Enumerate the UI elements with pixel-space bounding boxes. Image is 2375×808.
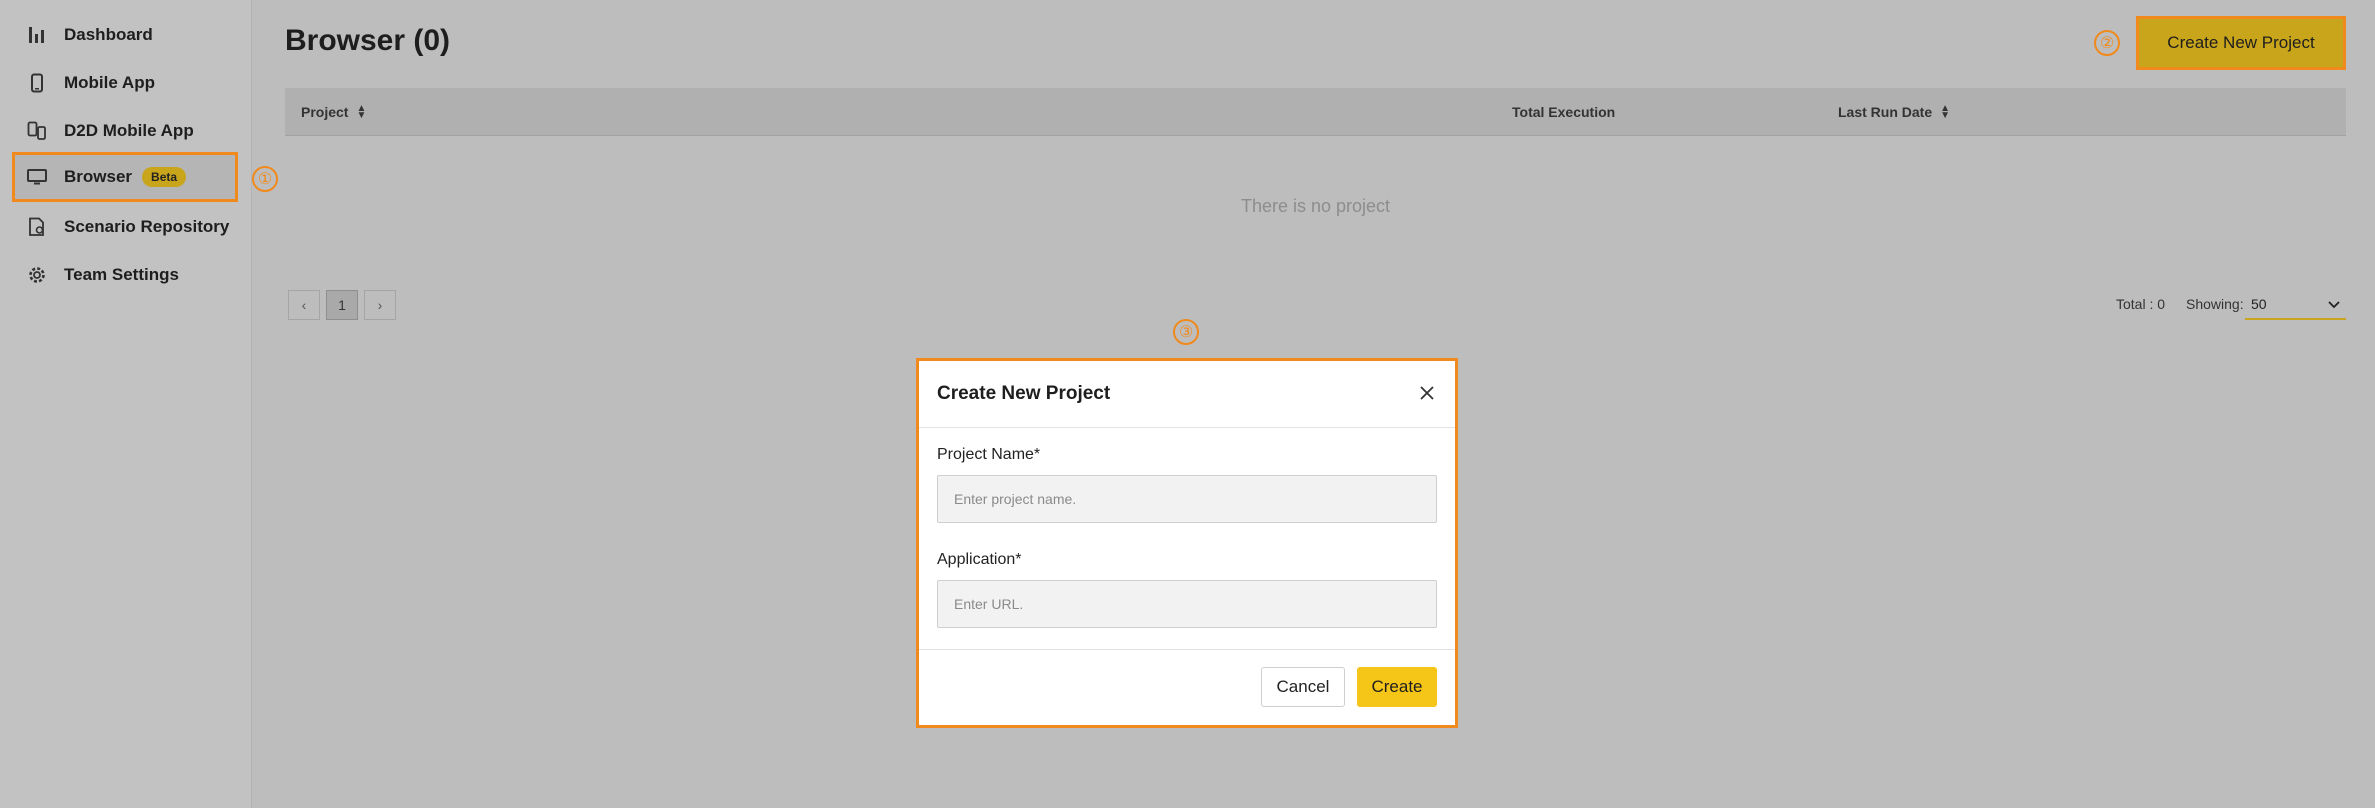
sidebar-item-label: Scenario Repository — [64, 217, 230, 236]
table-header: Project ▲ ▼ Total Execution Last Run Date… — [285, 88, 2346, 136]
gear-icon — [26, 264, 48, 286]
sort-icon: ▲ ▼ — [356, 103, 367, 121]
application-label: Application* — [937, 551, 1022, 568]
sidebar-item-label: Browser — [64, 167, 133, 186]
sidebar-item-label: D2D Mobile App — [64, 121, 194, 140]
mobile-phone-icon — [26, 72, 48, 94]
column-project[interactable]: Project ▲ ▼ — [301, 88, 366, 136]
create-new-project-button[interactable]: Create New Project — [2136, 16, 2346, 70]
close-icon[interactable] — [1415, 381, 1439, 405]
project-name-label: Project Name* — [937, 446, 1041, 463]
sidebar-item-team-settings[interactable]: Team Settings — [12, 250, 238, 300]
sidebar-item-d2d-mobile-app[interactable]: D2D Mobile App — [12, 106, 238, 156]
file-settings-icon — [26, 216, 48, 238]
sidebar-item-browser[interactable]: Browser Beta — [12, 152, 238, 202]
bar-chart-icon — [26, 24, 48, 46]
beta-badge: Beta — [142, 167, 187, 187]
column-total-execution: Total Execution — [1512, 104, 1616, 120]
sidebar-item-label: Dashboard — [64, 25, 153, 44]
annotation-marker-3: ③ — [1173, 319, 1199, 345]
create-button[interactable]: Create — [1357, 667, 1437, 707]
modal-divider — [919, 649, 1455, 650]
sidebar-item-label: Mobile App — [64, 73, 155, 92]
sidebar-item-scenario-repository[interactable]: Scenario Repository — [12, 202, 238, 252]
sidebar-item-label: Team Settings — [64, 265, 179, 284]
device-to-device-icon — [26, 120, 48, 142]
empty-state-text: There is no project — [1240, 196, 1391, 216]
annotation-marker-1: ① — [252, 166, 278, 192]
page-size-select[interactable]: 50 — [2245, 290, 2346, 320]
monitor-icon — [26, 166, 48, 188]
showing-label: Showing: — [2186, 296, 2244, 312]
chevron-down-icon — [2328, 296, 2340, 312]
prev-page-button[interactable]: ‹ — [288, 290, 320, 320]
column-last-run-date[interactable]: Last Run Date ▲ ▼ — [1838, 88, 1950, 136]
total-count: Total : 0 — [2116, 296, 2166, 312]
next-page-button[interactable]: › — [364, 290, 396, 320]
sidebar: Dashboard Mobile App D2D Mobile App Brow… — [0, 0, 252, 808]
sidebar-item-mobile-app[interactable]: Mobile App — [12, 58, 238, 108]
annotation-marker-2: ② — [2094, 30, 2120, 56]
cancel-button[interactable]: Cancel — [1261, 667, 1345, 707]
project-name-input[interactable] — [937, 475, 1437, 523]
sidebar-item-dashboard[interactable]: Dashboard — [12, 10, 238, 60]
create-project-modal: Create New Project Project Name* Applica… — [916, 358, 1458, 728]
sort-icon: ▲ ▼ — [1940, 103, 1951, 121]
application-url-input[interactable] — [937, 580, 1437, 628]
modal-title: Create New Project — [937, 383, 1111, 404]
modal-header: Create New Project — [919, 361, 1455, 428]
page-1-button[interactable]: 1 — [326, 290, 358, 320]
page-title: Browser (0) — [285, 24, 451, 57]
